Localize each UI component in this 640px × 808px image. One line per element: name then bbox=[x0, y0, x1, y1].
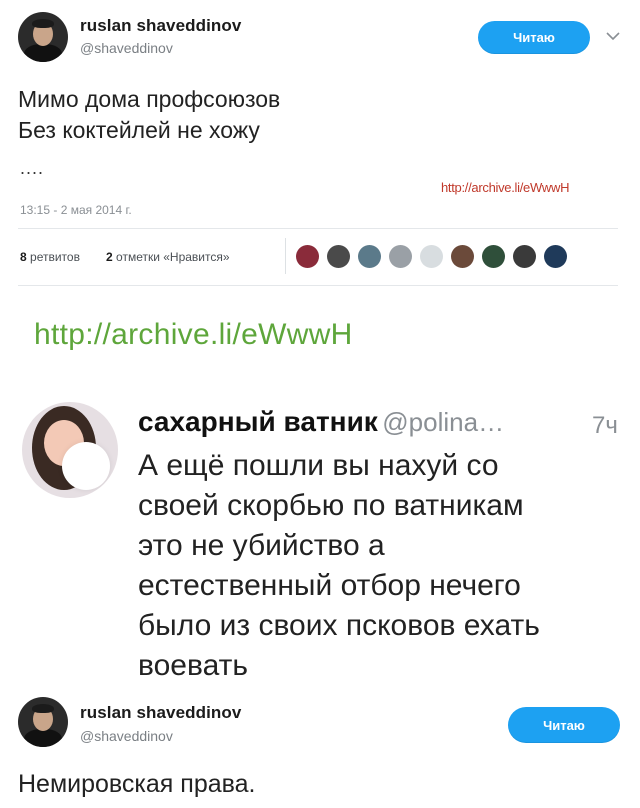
liker-avatar[interactable] bbox=[544, 245, 567, 268]
liker-avatar[interactable] bbox=[513, 245, 536, 268]
follow-button[interactable]: Читаю bbox=[508, 707, 620, 743]
user-handle[interactable]: @shaveddinov bbox=[80, 40, 173, 56]
likes-count[interactable]: 2 отметки «Нравится» bbox=[106, 250, 230, 264]
follow-button[interactable]: Читаю bbox=[478, 21, 590, 54]
username[interactable]: ruslan shaveddinov bbox=[80, 703, 241, 723]
liker-avatar[interactable] bbox=[296, 245, 319, 268]
tweet-text: Немировская права. bbox=[18, 770, 256, 798]
display-name[interactable]: сахарный ватник bbox=[138, 406, 378, 437]
tweet-time[interactable]: 7ч bbox=[592, 412, 618, 440]
divider bbox=[18, 285, 618, 286]
divider bbox=[285, 238, 286, 274]
tweet-header: сахарный ватник @polina… bbox=[138, 406, 504, 438]
chevron-down-icon[interactable] bbox=[606, 28, 620, 46]
tweet-text: А ещё пошли вы нахуй со своей скорбью по… bbox=[138, 449, 540, 682]
liker-avatar[interactable] bbox=[420, 245, 443, 268]
avatar[interactable] bbox=[22, 402, 118, 498]
archive-link[interactable]: http://archive.li/eWwwH bbox=[34, 318, 353, 352]
retweets-count[interactable]: 8 ретвитов bbox=[20, 250, 80, 264]
archive-link-overlay[interactable]: http://archive.li/eWwwH bbox=[441, 180, 570, 195]
liker-avatar[interactable] bbox=[389, 245, 412, 268]
divider bbox=[18, 228, 618, 229]
user-handle[interactable]: @polina… bbox=[382, 407, 504, 437]
tweet-timestamp[interactable]: 13:15 - 2 мая 2014 г. bbox=[20, 203, 132, 217]
liker-avatar[interactable] bbox=[482, 245, 505, 268]
liker-avatar[interactable] bbox=[358, 245, 381, 268]
avatar[interactable] bbox=[18, 697, 68, 747]
tweet-text: Мимо дома профсоюзов Без коктейлей не хо… bbox=[18, 86, 281, 143]
tweet-ellipsis: .... bbox=[20, 158, 45, 178]
avatar[interactable] bbox=[18, 12, 68, 62]
liker-avatar[interactable] bbox=[451, 245, 474, 268]
username[interactable]: ruslan shaveddinov bbox=[80, 16, 241, 36]
user-handle[interactable]: @shaveddinov bbox=[80, 728, 173, 744]
liker-avatar[interactable] bbox=[327, 245, 350, 268]
